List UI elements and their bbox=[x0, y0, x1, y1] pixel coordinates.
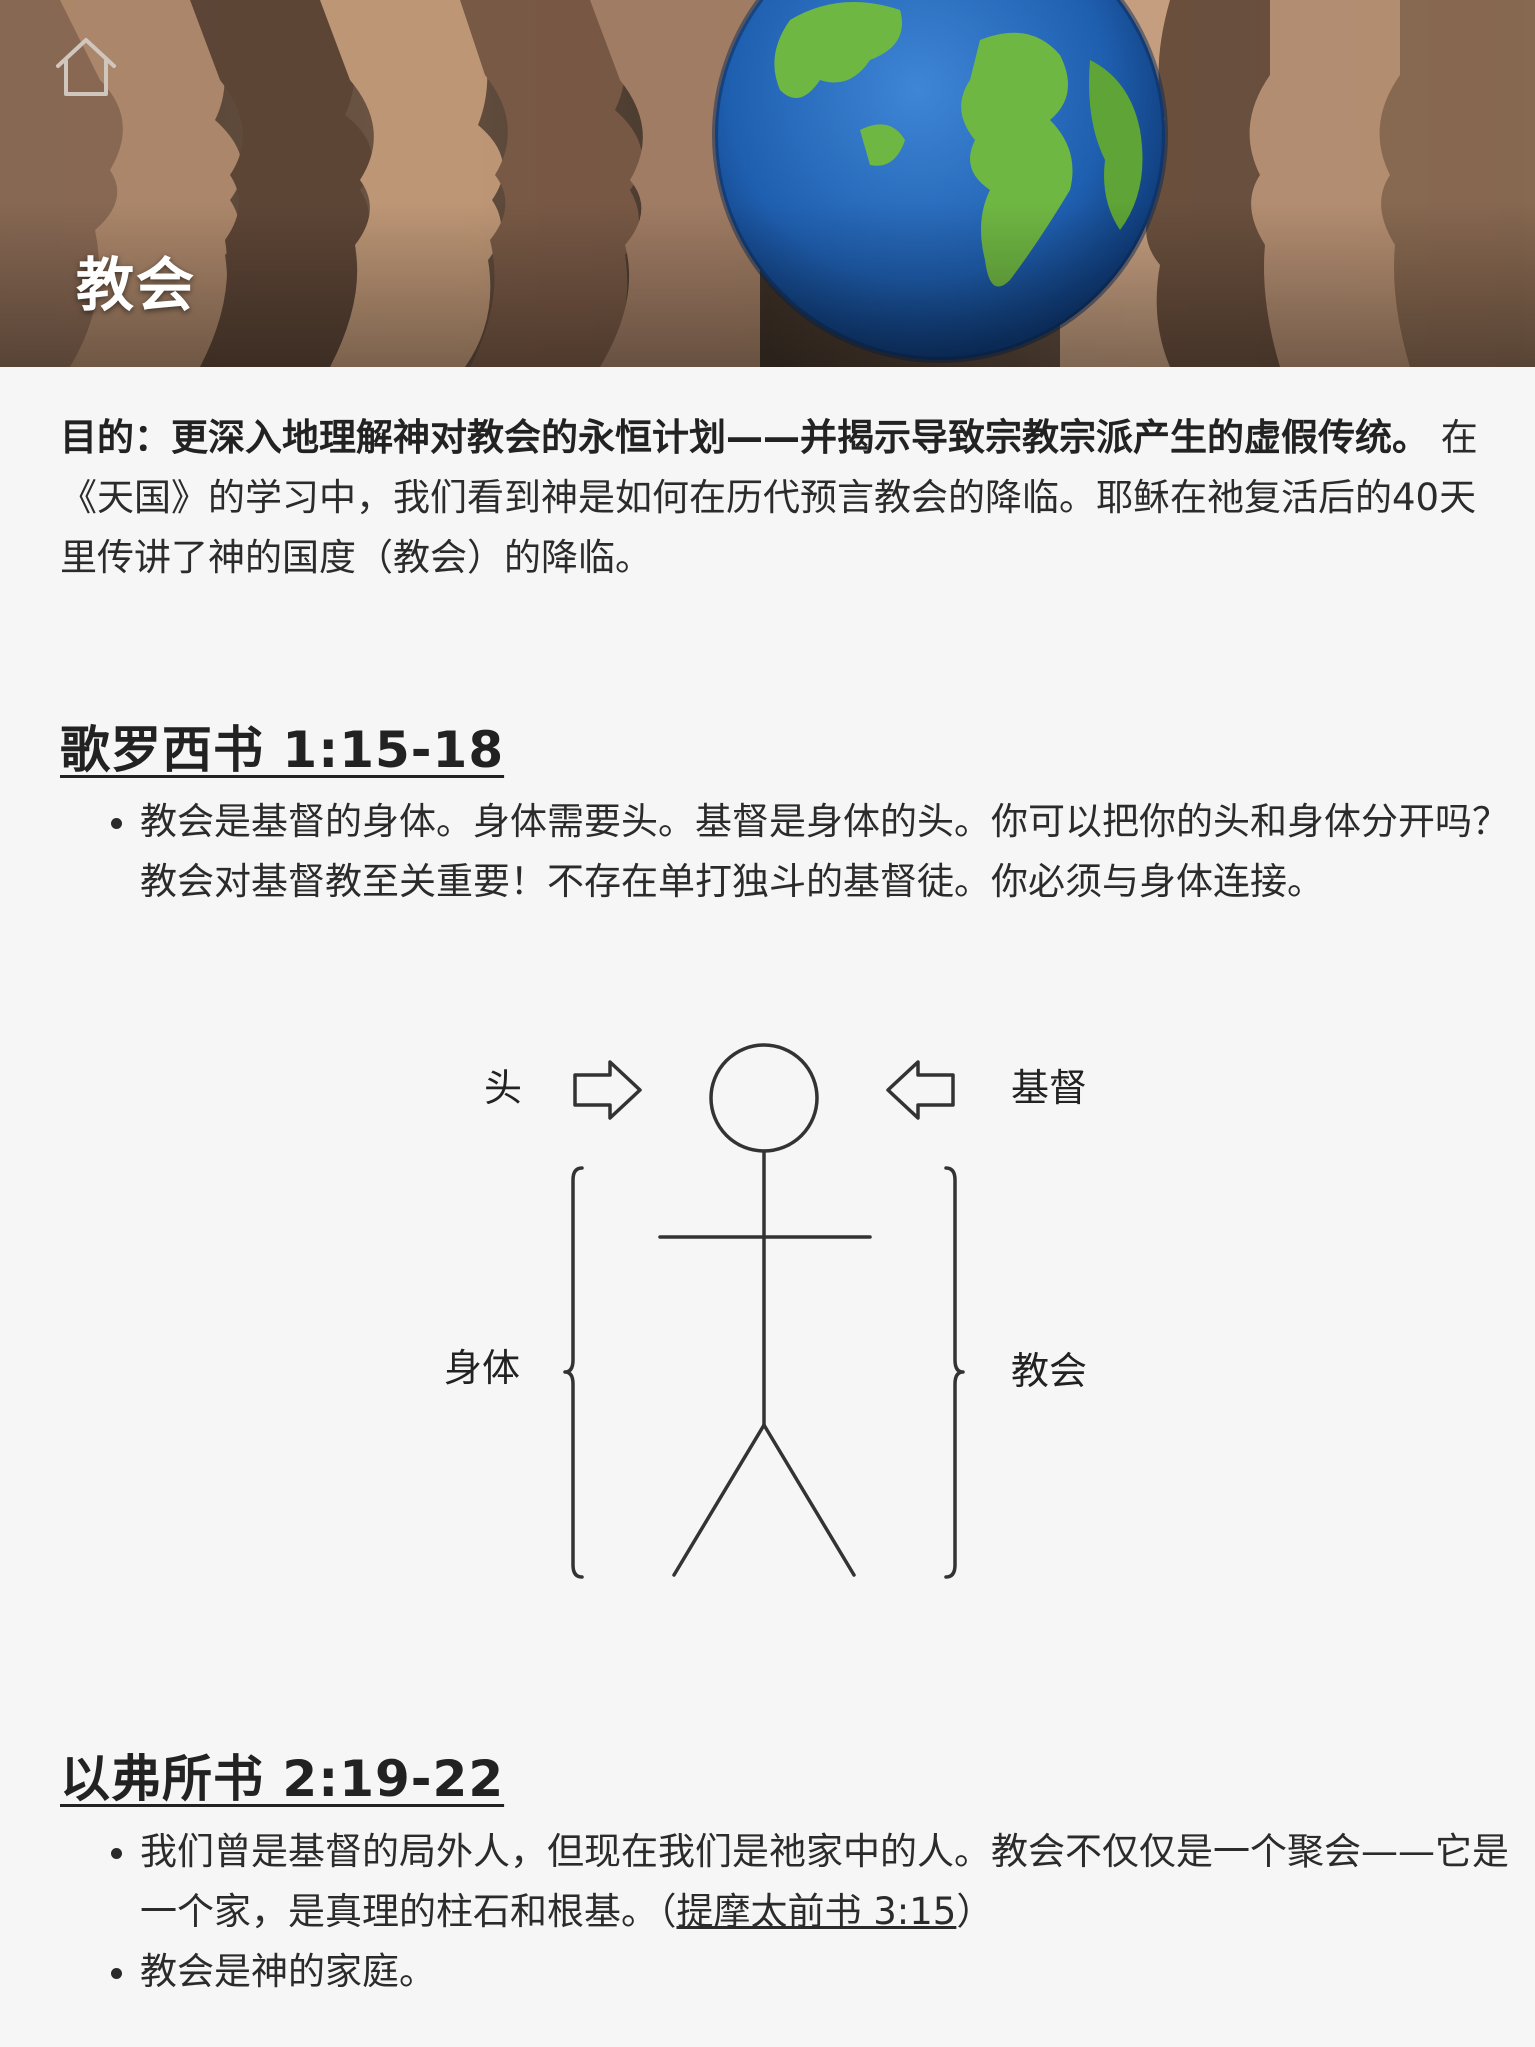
left-brace-icon bbox=[563, 1166, 584, 1579]
scripture-heading-ephesians[interactable]: 以弗所书 2:19-22 bbox=[60, 1739, 504, 1811]
right-brace-icon bbox=[944, 1166, 965, 1579]
scripture-heading-colossians[interactable]: 歌罗西书 1:15-18 bbox=[60, 710, 504, 782]
list-item-text-after: ） bbox=[956, 1890, 994, 1933]
diagram-label-body: 身体 bbox=[444, 1346, 520, 1390]
arrow-right-icon bbox=[573, 1060, 642, 1120]
list-item: 教会是神的家庭。 bbox=[140, 1942, 1535, 2002]
home-icon bbox=[56, 38, 116, 96]
purpose-statement: 目的：更深入地理解神对教会的永恒计划——并揭示导致宗教宗派产生的虚假传统。 bbox=[60, 416, 1429, 459]
diagram-label-church: 教会 bbox=[1011, 1349, 1087, 1393]
home-button[interactable] bbox=[52, 34, 120, 100]
stick-figure-left-leg bbox=[672, 1423, 766, 1577]
bullet-list-ephesians: 我们曾是基督的局外人，但现在我们是祂家中的人。教会不仅仅是一个聚会——它是一个家… bbox=[60, 1822, 1535, 2002]
list-item: 我们曾是基督的局外人，但现在我们是祂家中的人。教会不仅仅是一个聚会——它是一个家… bbox=[140, 1822, 1535, 1942]
stick-figure-right-leg bbox=[762, 1423, 856, 1577]
diagram-label-head: 头 bbox=[484, 1066, 522, 1110]
hero-banner: 教会 bbox=[0, 0, 1535, 367]
scripture-reference-link[interactable]: 提摩太前书 3:15 bbox=[677, 1890, 957, 1933]
stick-figure-head bbox=[709, 1043, 819, 1153]
list-item: 教会是基督的身体。身体需要头。基督是身体的头。你可以把你的头和身体分开吗？教会对… bbox=[140, 792, 1535, 912]
diagram-label-christ: 基督 bbox=[1011, 1066, 1087, 1110]
page-title: 教会 bbox=[76, 251, 197, 319]
hero-image bbox=[0, 0, 1535, 367]
intro-paragraph: 目的：更深入地理解神对教会的永恒计划——并揭示导致宗教宗派产生的虚假传统。 在《… bbox=[60, 408, 1480, 588]
arrow-left-icon bbox=[886, 1060, 955, 1120]
bullet-list-colossians: 教会是基督的身体。身体需要头。基督是身体的头。你可以把你的头和身体分开吗？教会对… bbox=[60, 792, 1535, 912]
